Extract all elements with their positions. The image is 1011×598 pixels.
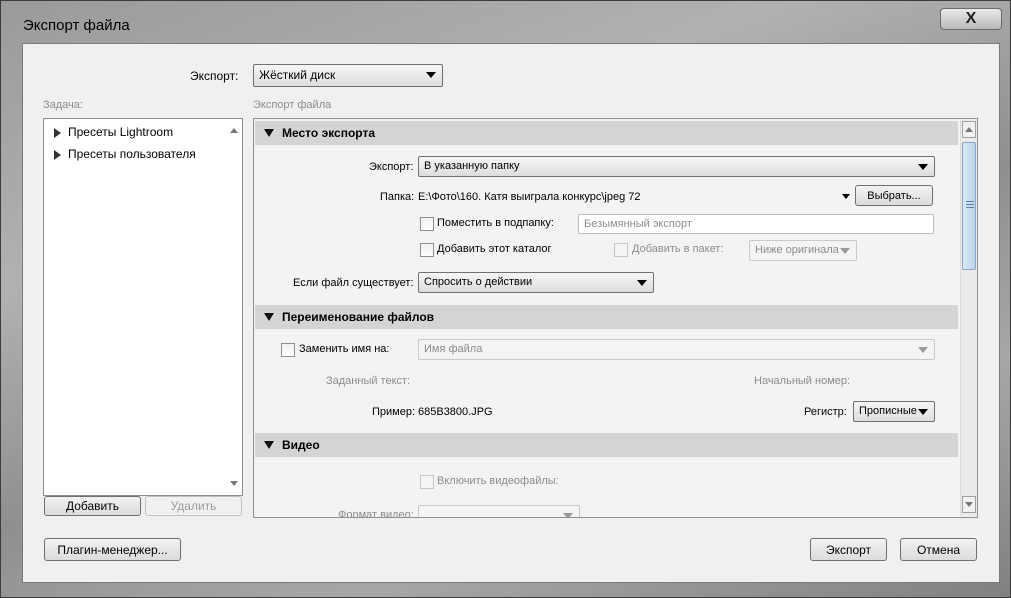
- scroll-down-icon: [965, 502, 973, 507]
- tree-item-user-presets[interactable]: Пресеты пользователя: [54, 147, 196, 161]
- tree-item-label: Пресеты пользователя: [68, 147, 196, 161]
- chevron-down-icon: [918, 347, 928, 353]
- export-mode-dropdown[interactable]: В указанную папку: [418, 156, 935, 177]
- chevron-down-icon: [840, 248, 850, 254]
- remove-preset-button[interactable]: Удалить: [145, 496, 242, 516]
- plugin-manager-button[interactable]: Плагин-менеджер...: [44, 538, 181, 561]
- chevron-down-icon: [918, 409, 928, 415]
- section-title: Видео: [282, 438, 320, 452]
- rename-checkbox[interactable]: [281, 343, 295, 357]
- export-to-label: Экспорт:: [190, 69, 239, 83]
- folder-path: E:\Фото\160. Катя выиграла конкурс\jpeg …: [418, 191, 641, 203]
- grip-line: [966, 207, 974, 208]
- case-dropdown[interactable]: Прописные: [853, 401, 935, 422]
- rename-label: Заменить имя на:: [299, 343, 390, 355]
- if-exists-label: Если файл существует:: [293, 277, 414, 289]
- choose-folder-button[interactable]: Выбрать...: [855, 185, 933, 206]
- window-title: Экспорт файла: [23, 17, 130, 34]
- rename-template-dropdown[interactable]: Имя файла: [418, 339, 935, 360]
- chevron-down-icon: [637, 280, 647, 286]
- scrollbar-thumb[interactable]: [962, 142, 976, 270]
- add-to-stack-label: Добавить в пакет:: [632, 243, 724, 255]
- collapse-triangle-icon: [264, 129, 274, 137]
- section-title: Переименование файлов: [282, 310, 435, 324]
- section-title: Место экспорта: [282, 126, 376, 140]
- case-label: Регистр:: [804, 406, 847, 418]
- add-to-stack-checkbox[interactable]: [614, 243, 628, 257]
- subfolder-name-input[interactable]: Безымянный экспорт: [578, 214, 934, 234]
- expand-triangle-icon[interactable]: [54, 127, 61, 138]
- section-header-video[interactable]: Видео: [255, 433, 958, 457]
- section-header-file-renaming[interactable]: Переименование файлов: [255, 305, 958, 329]
- cancel-button[interactable]: Отмена: [900, 538, 977, 561]
- export-mode-label: Экспорт:: [369, 161, 414, 173]
- example-label: Пример:: [372, 406, 416, 418]
- tree-item-lightroom-presets[interactable]: Пресеты Lightroom: [54, 125, 173, 139]
- export-mode-value: В указанную папку: [424, 160, 520, 172]
- section-header-export-location[interactable]: Место экспорта: [255, 121, 958, 145]
- video-format-label: Формат видео:: [338, 509, 414, 518]
- export-settings-panel: Место экспорта Экспорт: В указанную папк…: [253, 118, 978, 518]
- custom-text-label: Заданный текст:: [326, 375, 411, 387]
- export-button[interactable]: Экспорт: [810, 538, 887, 561]
- expand-triangle-icon[interactable]: [54, 149, 61, 160]
- dialog-client-area: Экспорт: Жёсткий диск Задача: Пресеты Li…: [22, 43, 1000, 583]
- scroll-up-icon[interactable]: [230, 128, 238, 133]
- grip-line: [966, 201, 974, 202]
- stack-position-value: Ниже оригинала: [755, 244, 839, 256]
- add-preset-button[interactable]: Добавить: [44, 496, 141, 516]
- grip-line: [966, 204, 974, 205]
- example-value: 685B3800.JPG: [418, 406, 493, 418]
- include-video-label: Включить видеофайлы:: [437, 475, 559, 487]
- chevron-down-icon: [918, 164, 928, 170]
- scroll-up-icon: [965, 127, 973, 132]
- scroll-down-icon[interactable]: [230, 481, 238, 486]
- chevron-down-icon: [426, 72, 436, 78]
- include-video-checkbox[interactable]: [420, 475, 434, 489]
- chevron-down-icon: [563, 513, 573, 517]
- export-to-dropdown[interactable]: Жёсткий диск: [253, 64, 443, 87]
- subfolder-checkbox[interactable]: [420, 217, 434, 231]
- title-bar[interactable]: Экспорт файла X: [1, 1, 1010, 43]
- start-number-label: Начальный номер:: [754, 375, 851, 387]
- task-preset-tree[interactable]: Пресеты Lightroom Пресеты пользователя: [43, 118, 243, 496]
- scroll-down-button[interactable]: [962, 496, 976, 513]
- stack-position-dropdown[interactable]: Ниже оригинала: [749, 240, 857, 261]
- collapse-triangle-icon: [264, 313, 274, 321]
- if-exists-dropdown[interactable]: Спросить о действии: [418, 272, 654, 293]
- if-exists-value: Спросить о действии: [424, 276, 533, 288]
- folder-history-dropdown-icon[interactable]: [842, 194, 850, 199]
- close-button[interactable]: X: [940, 8, 1002, 30]
- close-icon: X: [965, 10, 977, 27]
- add-to-catalog-checkbox[interactable]: [420, 243, 434, 257]
- settings-scrollbar[interactable]: [960, 120, 977, 516]
- rename-template-value: Имя файла: [424, 343, 483, 355]
- task-panel-header: Задача:: [43, 99, 83, 111]
- settings-panel-header: Экспорт файла: [253, 99, 332, 111]
- subfolder-label: Поместить в подпапку:: [437, 217, 554, 229]
- case-value: Прописные: [859, 405, 917, 417]
- add-to-catalog-label: Добавить этот каталог: [437, 243, 552, 255]
- export-dialog: Экспорт файла X Экспорт: Жёсткий диск За…: [0, 0, 1011, 598]
- video-format-dropdown[interactable]: [418, 505, 580, 517]
- tree-item-label: Пресеты Lightroom: [68, 125, 174, 139]
- collapse-triangle-icon: [264, 441, 274, 449]
- export-to-value: Жёсткий диск: [259, 68, 336, 82]
- folder-label: Папка:: [380, 191, 415, 203]
- scroll-up-button[interactable]: [962, 121, 976, 138]
